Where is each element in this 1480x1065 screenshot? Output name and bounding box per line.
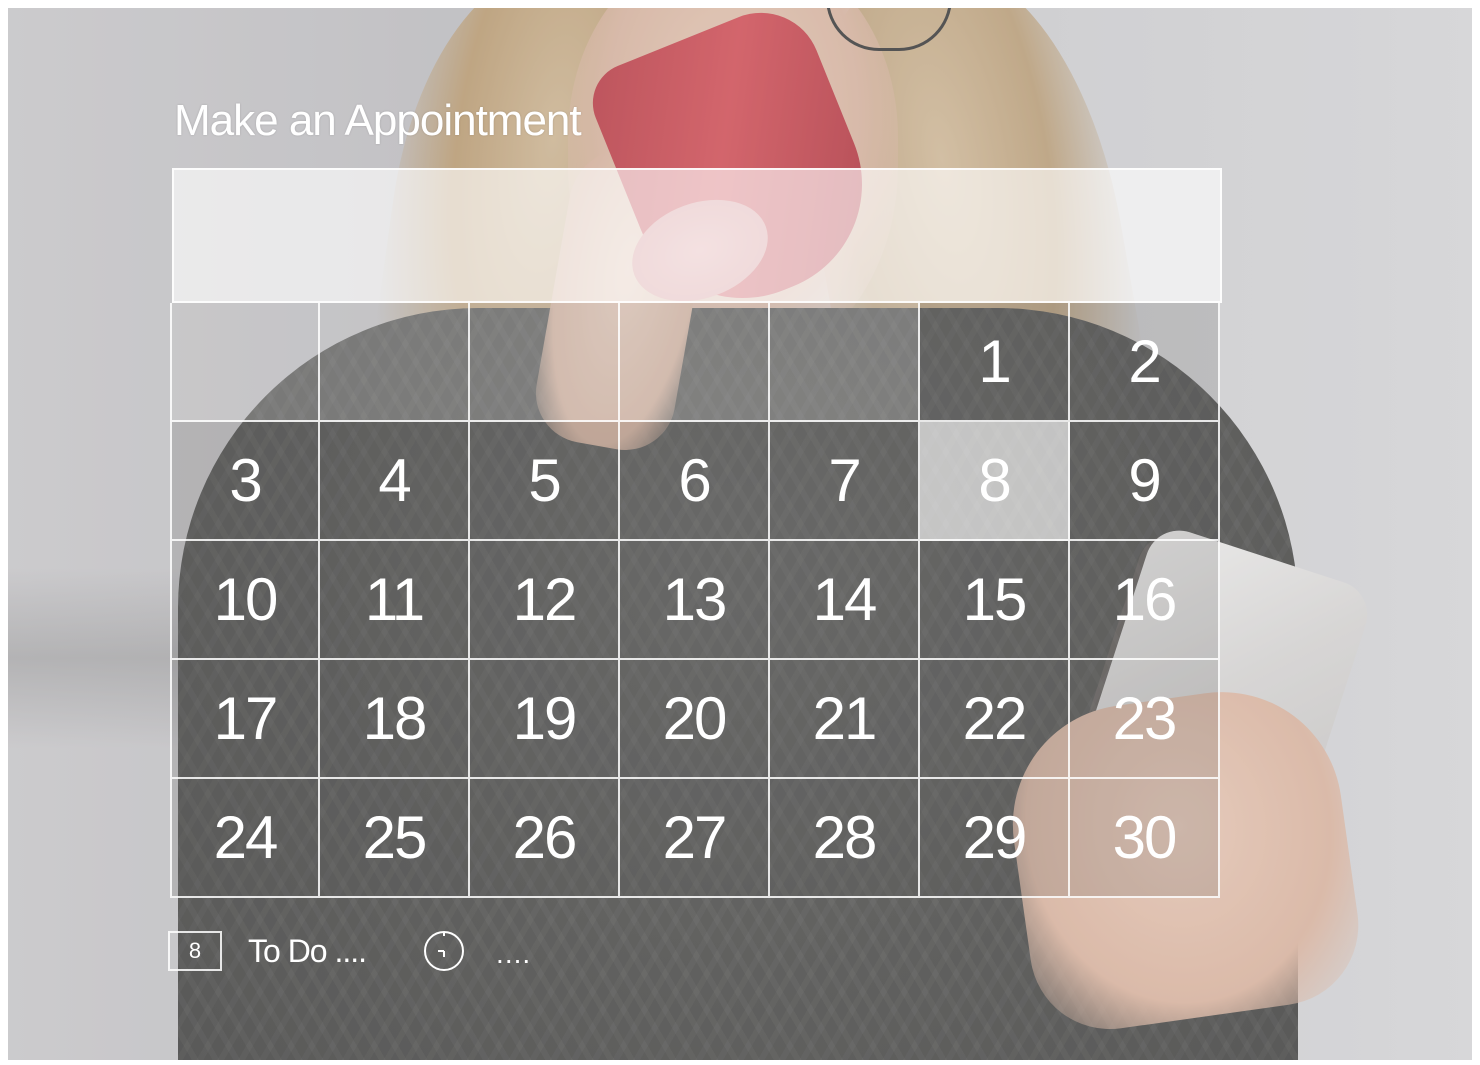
calendar-grid: 1 2 3 4 5 6 7 8 9 10 11 12 13 14 15 16 17 18 19 20 21 22 23 24 2…: [170, 303, 1220, 898]
calendar-day-13[interactable]: 13: [620, 541, 770, 660]
legend: 8 To Do .... ....: [168, 926, 531, 976]
calendar-day-23[interactable]: 23: [1070, 660, 1220, 779]
calendar-day-11[interactable]: 11: [320, 541, 470, 660]
calendar-day-5[interactable]: 5: [470, 422, 620, 541]
calendar-day-14[interactable]: 14: [770, 541, 920, 660]
calendar-day-3[interactable]: 3: [170, 422, 320, 541]
calendar-day-26[interactable]: 26: [470, 779, 620, 898]
calendar-day-8[interactable]: 8: [920, 422, 1070, 541]
calendar-day-15[interactable]: 15: [920, 541, 1070, 660]
calendar-empty-cell: [170, 303, 320, 422]
calendar-day-29[interactable]: 29: [920, 779, 1070, 898]
calendar-day-1[interactable]: 1: [920, 303, 1070, 422]
calendar-day-22[interactable]: 22: [920, 660, 1070, 779]
calendar-day-6[interactable]: 6: [620, 422, 770, 541]
legend-time-label: ....: [496, 938, 532, 969]
calendar-empty-cell: [320, 303, 470, 422]
calendar-day-19[interactable]: 19: [470, 660, 620, 779]
calendar-day-25[interactable]: 25: [320, 779, 470, 898]
appointment-poster: Make an Appointment 1 2 3 4 5 6 7 8 9 10 11 12 13 14 1…: [8, 8, 1472, 1060]
legend-day-box: 8: [168, 931, 222, 971]
calendar-day-27[interactable]: 27: [620, 779, 770, 898]
calendar-empty-cell: [470, 303, 620, 422]
calendar-day-10[interactable]: 10: [170, 541, 320, 660]
calendar-day-9[interactable]: 9: [1070, 422, 1220, 541]
calendar-day-21[interactable]: 21: [770, 660, 920, 779]
calendar-day-16[interactable]: 16: [1070, 541, 1220, 660]
calendar-day-20[interactable]: 20: [620, 660, 770, 779]
calendar-day-24[interactable]: 24: [170, 779, 320, 898]
calendar-day-30[interactable]: 30: [1070, 779, 1220, 898]
clock-icon: [424, 931, 465, 971]
legend-todo-label: To Do ....: [248, 932, 367, 969]
calendar-day-4[interactable]: 4: [320, 422, 470, 541]
calendar-day-17[interactable]: 17: [170, 660, 320, 779]
calendar-empty-cell: [770, 303, 920, 422]
calendar-day-2[interactable]: 2: [1070, 303, 1220, 422]
calendar-header: [172, 168, 1222, 303]
calendar-day-7[interactable]: 7: [770, 422, 920, 541]
page-title: Make an Appointment: [174, 96, 582, 145]
calendar-day-28[interactable]: 28: [770, 779, 920, 898]
calendar-day-12[interactable]: 12: [470, 541, 620, 660]
calendar-day-18[interactable]: 18: [320, 660, 470, 779]
calendar-empty-cell: [620, 303, 770, 422]
